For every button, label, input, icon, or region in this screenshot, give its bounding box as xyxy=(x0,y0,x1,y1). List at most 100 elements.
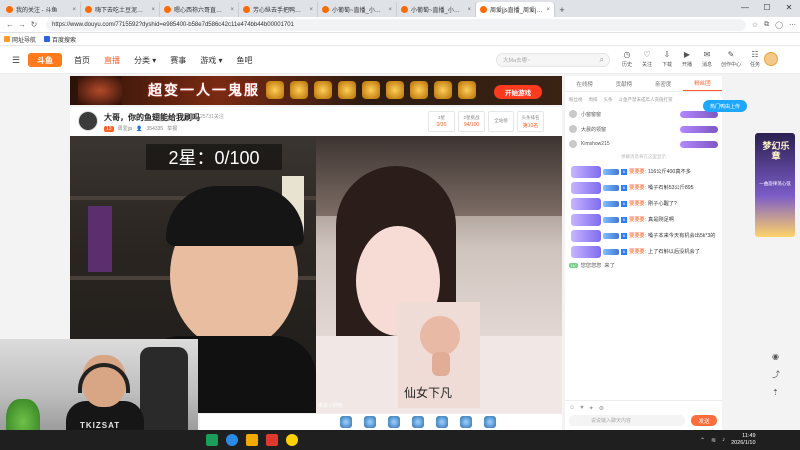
app-icon[interactable] xyxy=(286,434,298,446)
search-input[interactable]: 大Ma去哪~ ⌕ xyxy=(496,53,610,67)
nav-fishbar[interactable]: 鱼吧 xyxy=(237,55,253,66)
clock[interactable]: 11:49 2026/1/10 xyxy=(731,433,755,447)
wifi-icon[interactable]: ≋ xyxy=(711,437,716,444)
browser-tab[interactable]: 小葡萄~直播_小葡萄~直播× xyxy=(318,2,397,17)
record-icon[interactable]: ◉ xyxy=(772,352,780,361)
forward-icon[interactable]: → xyxy=(16,20,28,29)
close-tab-icon[interactable]: × xyxy=(151,7,155,13)
nav-category[interactable]: 分类 ▾ xyxy=(134,55,156,66)
site-rank-box[interactable]: 全站榜 xyxy=(488,111,514,132)
chat-message[interactable]: 6 要要要: 真是刚足啊 xyxy=(565,212,722,228)
share-icon[interactable]: ⤴ xyxy=(772,369,780,380)
chat-message[interactable]: 6 要要要: 116公斤400真不多 xyxy=(565,164,722,180)
bookmark-item[interactable]: 百度搜索 xyxy=(44,35,76,44)
tab-intimacy[interactable]: 亲密度 xyxy=(644,76,683,91)
folder-icon[interactable] xyxy=(246,434,258,446)
chat-message[interactable]: 6 要要要: 上了石斛以后没机会了 xyxy=(565,244,722,260)
extensions-icon[interactable]: ⧉ xyxy=(764,21,769,29)
browser-icon[interactable] xyxy=(226,434,238,446)
rank-row[interactable]: 大晨的领窗 xyxy=(565,123,722,135)
side-game-ad[interactable]: 梦幻乐章 一曲旋律荡心弦 xyxy=(755,133,795,237)
star-icon[interactable]: ☆ xyxy=(752,21,758,29)
download-button[interactable]: ⇩ 下载 xyxy=(660,50,674,68)
douyu-logo[interactable]: 斗鱼 xyxy=(28,53,62,67)
close-tab-icon[interactable]: × xyxy=(388,7,392,13)
gift-icon[interactable] xyxy=(340,416,352,428)
more-icon[interactable]: ⋯ xyxy=(789,21,796,29)
send-button[interactable]: 发送 xyxy=(691,415,717,426)
nav-games[interactable]: 游戏 ▾ xyxy=(200,55,222,66)
follow-button[interactable]: ♡ 关注 xyxy=(640,50,654,68)
gift-icon[interactable] xyxy=(412,416,424,428)
chat-message[interactable]: 6 要要要: 刚子心醒了? xyxy=(565,196,722,212)
tab-online-rank[interactable]: 在线榜 xyxy=(565,76,604,91)
start-game-button[interactable]: 开始游戏 xyxy=(494,85,542,99)
back-to-top-icon[interactable]: ⇡ xyxy=(772,388,780,397)
chat-message[interactable]: 6 要要要: 嗓子本来今天有机会出5k*3的 xyxy=(565,228,722,244)
close-tab-icon[interactable]: × xyxy=(467,7,471,13)
gift-icon[interactable] xyxy=(388,416,400,428)
gift-small-icon[interactable]: ✦ xyxy=(589,405,594,412)
streamer-name[interactable]: 周爱jjs xyxy=(118,125,133,132)
nav-home[interactable]: 首页 xyxy=(74,55,90,66)
user-avatar[interactable] xyxy=(764,52,778,66)
search-icon[interactable]: ⌕ xyxy=(600,55,604,65)
history-button[interactable]: ◷ 历史 xyxy=(620,50,634,68)
browser-tab[interactable]: 芳心纵去手把鸭直播_芳心纵去× xyxy=(239,2,318,17)
gift-icon[interactable] xyxy=(460,416,472,428)
profile-icon[interactable]: ◯ xyxy=(775,21,783,29)
gift-icon[interactable] xyxy=(436,416,448,428)
close-tab-icon[interactable]: × xyxy=(230,7,234,13)
back-icon[interactable]: ← xyxy=(4,20,16,29)
messages-button[interactable]: ✉ 消息 xyxy=(700,50,714,68)
close-tab-icon[interactable]: × xyxy=(309,7,313,13)
tab-fan-club[interactable]: 粉丝团 xyxy=(682,76,722,91)
app-icon[interactable] xyxy=(206,434,218,446)
gift-icon[interactable] xyxy=(364,416,376,428)
refresh-icon[interactable]: ↻ xyxy=(28,20,40,29)
settings-icon[interactable]: ⚙ xyxy=(599,405,604,412)
browser-tab[interactable]: 嗯心西祢六哥直播_嗯心西祢× xyxy=(160,2,239,17)
browser-tab[interactable]: 我的关注 - 斗鱼 × xyxy=(2,2,81,17)
close-window-icon[interactable]: ✕ xyxy=(778,0,800,15)
streamer-avatar[interactable] xyxy=(78,111,98,131)
challenge-box[interactable]: 3星 0/30 xyxy=(428,111,455,132)
tab-contribution-rank[interactable]: 贡献榜 xyxy=(604,76,643,91)
app-icon[interactable] xyxy=(266,434,278,446)
rank-row[interactable]: 小窗窗窗 xyxy=(565,108,722,120)
hot-upload-pill[interactable]: 热门鸭由上传 xyxy=(703,100,747,112)
hamburger-menu-icon[interactable]: ☰ xyxy=(12,55,20,66)
noble-crest-icon xyxy=(571,198,601,210)
gift-icon[interactable] xyxy=(484,416,496,428)
emoji-icon[interactable]: ☺ xyxy=(569,405,575,412)
close-tab-icon[interactable]: × xyxy=(546,7,550,13)
bookmark-item[interactable]: 网址导航 xyxy=(4,35,36,44)
creator-center-button[interactable]: ✎ 创作中心 xyxy=(720,50,742,68)
maximize-icon[interactable]: ☐ xyxy=(756,0,778,15)
volume-icon[interactable]: ♪ xyxy=(722,437,725,443)
start-stream-button[interactable]: ▶ 开播 xyxy=(680,50,694,68)
game-banner-ad[interactable]: 超变一人一鬼服 开始游戏 广告 xyxy=(70,76,562,105)
fan-icon[interactable]: ♥ xyxy=(580,405,584,412)
nav-events[interactable]: 赛事 xyxy=(170,55,186,66)
report-link[interactable]: 举报 xyxy=(167,125,177,132)
tasks-button[interactable]: ☷ 任务 xyxy=(748,50,762,68)
browser-tab[interactable]: 小葡萄~直播_小葡萄~直播× xyxy=(397,2,476,17)
new-tab-icon[interactable]: + xyxy=(555,2,569,17)
url-input[interactable]: https://www.douyu.com/7715592?dyshid=e98… xyxy=(46,18,746,31)
close-tab-icon[interactable]: × xyxy=(72,7,76,13)
video-watermark: 谁家小胖奶 xyxy=(318,403,344,409)
minimize-icon[interactable]: — xyxy=(734,0,756,15)
chat-message-input[interactable]: 说说输入聊天内容 xyxy=(569,415,685,426)
browser-tab[interactable]: 嗨下去吃土豆泥直播_嗨下去吃× xyxy=(81,2,160,17)
headline-rank-box[interactable]: 头条排名 第10名 xyxy=(517,111,544,132)
rank-row[interactable]: Kimshow215 xyxy=(565,138,722,150)
challenge-box[interactable]: 2星挑战 94/100 xyxy=(458,111,485,132)
chevron-up-icon[interactable]: ⌃ xyxy=(700,437,705,444)
noble-crest-icon xyxy=(571,166,601,178)
nav-live[interactable]: 直播 xyxy=(104,55,120,66)
fan-badge xyxy=(680,140,718,148)
browser-tab-active[interactable]: 周爱jjs直播_周爱jjs直播_周× xyxy=(476,2,555,17)
chat-message[interactable]: 6 要要要: 嗓子石斛53公斤895 xyxy=(565,180,722,196)
shirt-text: TKIZSAT xyxy=(80,421,121,430)
